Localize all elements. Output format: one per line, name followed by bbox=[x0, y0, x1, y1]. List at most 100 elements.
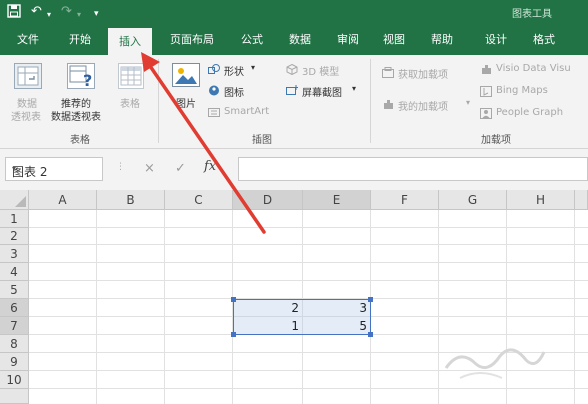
row-header[interactable]: 1 bbox=[0, 210, 29, 228]
row-header[interactable]: 9 bbox=[0, 353, 29, 371]
smartart-label: SmartArt bbox=[224, 106, 270, 117]
insert-function-button[interactable]: fx bbox=[204, 159, 216, 174]
tab-formulas[interactable]: 公式 bbox=[232, 25, 272, 55]
column-header-partial[interactable] bbox=[575, 190, 588, 210]
column-header[interactable]: B bbox=[97, 190, 165, 210]
row-header[interactable]: 3 bbox=[0, 245, 29, 263]
formula-input[interactable] bbox=[238, 157, 588, 181]
group-separator bbox=[158, 59, 159, 143]
screenshot-icon bbox=[286, 85, 298, 95]
addins-icon bbox=[384, 100, 393, 109]
gridline bbox=[96, 210, 97, 404]
store-icon bbox=[382, 67, 394, 78]
smartart-icon bbox=[208, 108, 220, 117]
table-icon bbox=[118, 63, 144, 89]
gridline bbox=[574, 210, 575, 404]
picture-icon bbox=[172, 63, 200, 87]
column-header[interactable]: C bbox=[165, 190, 233, 210]
recommended-pivot-label-2: 数据透视表 bbox=[51, 112, 101, 123]
tab-home[interactable]: 开始 bbox=[60, 25, 100, 55]
row-header[interactable]: 8 bbox=[0, 335, 29, 353]
pivot-table-label-2: 透视表 bbox=[11, 112, 41, 123]
illustrations-group-label: 插图 bbox=[252, 135, 272, 146]
tab-review[interactable]: 审阅 bbox=[328, 25, 368, 55]
visio-label: Visio Data Visu bbox=[496, 63, 571, 74]
get-addins-label: 获取加载项 bbox=[398, 70, 448, 81]
cancel-icon[interactable]: × bbox=[144, 161, 155, 176]
cell-D6[interactable]: 2 bbox=[233, 300, 303, 317]
pivot-table-icon bbox=[14, 63, 42, 89]
visio-icon bbox=[482, 65, 491, 74]
3d-model-icon bbox=[286, 64, 298, 75]
tab-data[interactable]: 数据 bbox=[280, 25, 320, 55]
column-header[interactable]: F bbox=[371, 190, 439, 210]
watermark bbox=[444, 348, 546, 379]
bing-maps-icon bbox=[480, 86, 492, 97]
enter-icon[interactable]: ✓ bbox=[175, 161, 186, 176]
screenshot-dropdown-icon: ▾ bbox=[352, 84, 357, 93]
picture-label: 图片 bbox=[176, 99, 196, 110]
my-addins-label: 我的加载项 bbox=[398, 102, 448, 113]
column-header[interactable]: D bbox=[233, 190, 303, 210]
undo-dropdown-icon[interactable]: ▾ bbox=[47, 7, 51, 23]
tab-file[interactable]: 文件 bbox=[8, 25, 48, 55]
recommended-pivot-icon: ? bbox=[67, 63, 95, 90]
row-header[interactable]: 2 bbox=[0, 228, 29, 245]
row-header[interactable]: 4 bbox=[0, 263, 29, 281]
row-header[interactable]: 10 bbox=[0, 371, 29, 389]
table-label: 表格 bbox=[120, 99, 140, 110]
gridline bbox=[29, 262, 588, 263]
people-graph-label: People Graph bbox=[496, 107, 564, 118]
tab-page-layout[interactable]: 页面布局 bbox=[162, 25, 222, 55]
row-header[interactable]: 5 bbox=[0, 281, 29, 299]
tab-insert[interactable]: 插入 bbox=[108, 28, 152, 55]
tab-chart-design[interactable]: 设计 bbox=[476, 25, 516, 55]
name-box[interactable]: 图表 2 ▾ bbox=[5, 157, 103, 181]
row-header-partial[interactable] bbox=[0, 389, 29, 404]
title-bar: ↶ ▾ ↷ ▾ ▾ 图表工具 bbox=[0, 0, 588, 25]
column-header[interactable]: E bbox=[303, 190, 371, 210]
column-header[interactable]: G bbox=[439, 190, 507, 210]
ribbon: 数据 透视表 ? 推荐的 数据透视表 表格 表格 图片 形状 ▾ 图标 Smar… bbox=[0, 55, 588, 149]
addins-group-label: 加载项 bbox=[481, 135, 511, 146]
icons-icon bbox=[209, 85, 219, 96]
bing-maps-label: Bing Maps bbox=[496, 85, 548, 96]
group-separator bbox=[370, 59, 371, 143]
cell-D7[interactable]: 1 bbox=[233, 318, 303, 335]
svg-text:?: ? bbox=[83, 71, 92, 88]
cell-E6[interactable]: 3 bbox=[303, 300, 371, 317]
column-header[interactable]: A bbox=[29, 190, 97, 210]
save-icon[interactable] bbox=[7, 4, 23, 20]
context-tab-title: 图表工具 bbox=[512, 9, 552, 20]
tables-group-label: 表格 bbox=[70, 135, 90, 146]
gridline bbox=[29, 244, 588, 245]
formula-bar: 图表 2 ▾ ⋮ × ✓ fx bbox=[0, 149, 588, 190]
gridline bbox=[438, 210, 439, 404]
undo-icon[interactable]: ↶ bbox=[31, 4, 42, 20]
customize-toolbar-icon[interactable]: ▾ bbox=[94, 6, 99, 22]
redo-icon[interactable]: ↷ bbox=[61, 4, 72, 20]
select-all-corner[interactable] bbox=[0, 190, 29, 210]
shapes-icon bbox=[208, 64, 220, 74]
shapes-label: 形状 bbox=[224, 67, 244, 78]
row-header[interactable]: 6 bbox=[0, 299, 29, 317]
gridline bbox=[164, 210, 165, 404]
tab-view[interactable]: 视图 bbox=[374, 25, 414, 55]
formula-bar-grip-icon: ⋮ bbox=[116, 162, 125, 172]
gridline bbox=[29, 227, 588, 228]
column-header[interactable]: H bbox=[507, 190, 575, 210]
3d-model-label: 3D 模型 bbox=[302, 67, 340, 78]
gridline bbox=[29, 280, 588, 281]
screenshot-label: 屏幕截图 bbox=[302, 88, 342, 99]
tab-chart-format[interactable]: 格式 bbox=[524, 25, 564, 55]
my-addins-dropdown-icon: ▾ bbox=[466, 98, 471, 107]
shapes-dropdown-icon: ▾ bbox=[251, 63, 256, 72]
cell-E7[interactable]: 5 bbox=[303, 318, 371, 335]
redo-dropdown-icon[interactable]: ▾ bbox=[77, 7, 81, 23]
ribbon-tabs: 文件 开始 插入 页面布局 公式 数据 审阅 视图 帮助 设计 格式 bbox=[0, 25, 588, 55]
name-box-dropdown-icon[interactable]: ▾ bbox=[12, 164, 98, 173]
row-header[interactable]: 7 bbox=[0, 317, 29, 335]
people-graph-icon bbox=[480, 108, 492, 119]
icons-label: 图标 bbox=[224, 88, 244, 99]
tab-help[interactable]: 帮助 bbox=[422, 25, 462, 55]
